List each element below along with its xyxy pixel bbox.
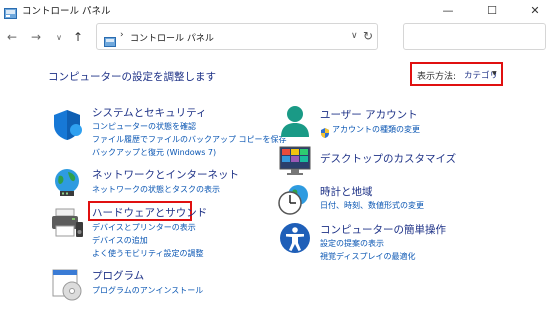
address-bar[interactable]: › コントロール パネル ∨ ↻ bbox=[96, 23, 378, 50]
programs-disc-icon[interactable] bbox=[50, 267, 84, 301]
dropdown-caret-icon[interactable]: ▼ bbox=[492, 70, 497, 77]
forward-button[interactable]: → bbox=[27, 28, 45, 46]
link-check-computer-status[interactable]: コンピューターの状態を確認 bbox=[92, 121, 196, 132]
refresh-button[interactable]: ↻ bbox=[363, 29, 373, 43]
category-network-internet[interactable]: ネットワークとインターネット bbox=[92, 167, 239, 182]
view-by-control[interactable]: 表示方法: カテゴリ ▼ bbox=[410, 62, 503, 86]
category-system-security[interactable]: システムとセキュリティ bbox=[92, 105, 207, 120]
control-panel-icon bbox=[4, 4, 17, 19]
link-mobility-settings[interactable]: よく使うモビリティ設定の調整 bbox=[92, 248, 204, 259]
category-hardware-sound[interactable]: ハードウェアとサウンド bbox=[92, 205, 207, 220]
navigation-bar: ← → ∨ ↑ › コントロール パネル ∨ ↻ bbox=[0, 20, 550, 54]
title-bar: コントロール パネル — ☐ ✕ bbox=[0, 0, 550, 20]
link-network-status[interactable]: ネットワークの状態とタスクの表示 bbox=[92, 184, 220, 195]
maximize-button[interactable]: ☐ bbox=[477, 0, 507, 20]
category-appearance[interactable]: デスクトップのカスタマイズ bbox=[320, 151, 456, 166]
breadcrumb-control-panel[interactable]: コントロール パネル bbox=[130, 31, 214, 44]
link-change-account-type[interactable]: アカウントの種類の変更 bbox=[332, 124, 420, 135]
shield-security-icon[interactable] bbox=[50, 108, 84, 142]
window-title: コントロール パネル bbox=[22, 6, 111, 17]
link-file-history-backup[interactable]: ファイル履歴でファイルのバックアップ コピーを保存 bbox=[92, 134, 287, 145]
link-backup-restore[interactable]: バックアップと復元 (Windows 7) bbox=[92, 147, 216, 158]
link-optimize-visual-display[interactable]: 視覚ディスプレイの最適化 bbox=[320, 251, 415, 262]
category-ease-of-access[interactable]: コンピューターの簡単操作 bbox=[320, 222, 446, 237]
control-panel-icon bbox=[104, 32, 116, 47]
back-button[interactable]: ← bbox=[3, 28, 21, 46]
clock-globe-icon[interactable] bbox=[278, 182, 312, 216]
page-title: コンピューターの設定を調整します bbox=[48, 71, 216, 83]
address-dropdown-button[interactable]: ∨ bbox=[351, 31, 358, 41]
network-globe-icon[interactable] bbox=[50, 166, 84, 200]
category-user-accounts[interactable]: ユーザー アカウント bbox=[320, 107, 418, 122]
breadcrumb-separator[interactable]: › bbox=[120, 30, 124, 40]
desktop-personalization-icon[interactable] bbox=[278, 143, 312, 177]
search-input[interactable] bbox=[403, 23, 546, 50]
recent-locations-button[interactable]: ∨ bbox=[50, 28, 68, 46]
link-suggested-settings[interactable]: 設定の提案の表示 bbox=[320, 238, 384, 249]
link-devices-printers[interactable]: デバイスとプリンターの表示 bbox=[92, 222, 196, 233]
printer-hardware-icon[interactable] bbox=[50, 206, 84, 240]
category-clock-region[interactable]: 時計と地域 bbox=[320, 184, 373, 199]
minimize-button[interactable]: — bbox=[433, 0, 463, 20]
ease-of-access-icon[interactable] bbox=[278, 221, 312, 255]
link-change-date-time[interactable]: 日付、時刻、数値形式の変更 bbox=[320, 200, 424, 211]
category-programs[interactable]: プログラム bbox=[92, 268, 144, 283]
uac-shield-icon bbox=[320, 123, 330, 138]
user-account-icon[interactable] bbox=[278, 104, 312, 138]
close-button[interactable]: ✕ bbox=[520, 0, 550, 20]
link-add-device[interactable]: デバイスの追加 bbox=[92, 235, 148, 246]
link-uninstall-program[interactable]: プログラムのアンインストール bbox=[92, 285, 203, 296]
view-by-label: 表示方法: bbox=[417, 72, 457, 82]
up-button[interactable]: ↑ bbox=[69, 28, 87, 46]
